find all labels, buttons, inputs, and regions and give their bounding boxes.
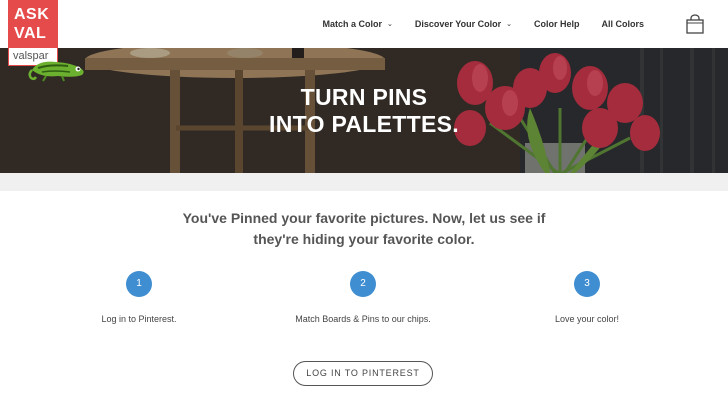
nav-discover-your-color[interactable]: Discover Your Color ⌄ — [415, 19, 512, 29]
hero-title: TURN PINS INTO PALETTES. — [0, 84, 728, 138]
chevron-down-icon: ⌄ — [387, 21, 393, 28]
nav-all-colors[interactable]: All Colors — [601, 19, 644, 29]
step-text: Love your color! — [554, 314, 620, 324]
step-number-badge: 1 — [126, 271, 152, 297]
step-1: 1 Log in to Pinterest. — [39, 271, 239, 324]
chameleon-mascot-icon — [28, 61, 84, 82]
nav-label: All Colors — [601, 19, 644, 29]
logo-line-1: ASK — [14, 6, 50, 23]
nav-label: Match a Color — [322, 19, 383, 29]
step-text: Log in to Pinterest. — [101, 314, 177, 324]
section-divider — [0, 173, 728, 191]
chevron-down-icon: ⌄ — [506, 21, 512, 28]
hero-title-line-2: INTO PALETTES. — [269, 111, 459, 137]
intro-line-1: You've Pinned your favorite pictures. No… — [182, 210, 546, 226]
step-number-badge: 2 — [350, 271, 376, 297]
intro-text: You've Pinned your favorite pictures. No… — [0, 208, 728, 250]
hero-banner: TURN PINS INTO PALETTES. — [0, 48, 728, 173]
step-2: 2 Match Boards & Pins to our chips. — [263, 271, 463, 324]
nav-label: Discover Your Color — [414, 19, 502, 29]
site-header: ASK VAL valspar Match a Color ⌄ Discover… — [0, 0, 728, 66]
intro-line-2: they're hiding your favorite color. — [253, 231, 475, 247]
nav-color-help[interactable]: Color Help — [534, 19, 580, 29]
step-text: Match Boards & Pins to our chips. — [295, 314, 431, 324]
main-nav: Match a Color ⌄ Discover Your Color ⌄ Co… — [301, 0, 645, 48]
login-to-pinterest-button[interactable]: LOG IN TO PINTEREST — [293, 361, 433, 386]
logo-line-2: VAL — [14, 25, 47, 42]
step-number-badge: 3 — [574, 271, 600, 297]
nav-match-a-color[interactable]: Match a Color ⌄ — [323, 19, 393, 29]
logo-mark: ASK VAL — [8, 0, 58, 48]
nav-label: Color Help — [533, 19, 580, 29]
step-3: 3 Love your color! — [487, 271, 687, 324]
shopping-bag-icon[interactable] — [686, 14, 704, 34]
hero-title-line-1: TURN PINS — [300, 84, 428, 110]
